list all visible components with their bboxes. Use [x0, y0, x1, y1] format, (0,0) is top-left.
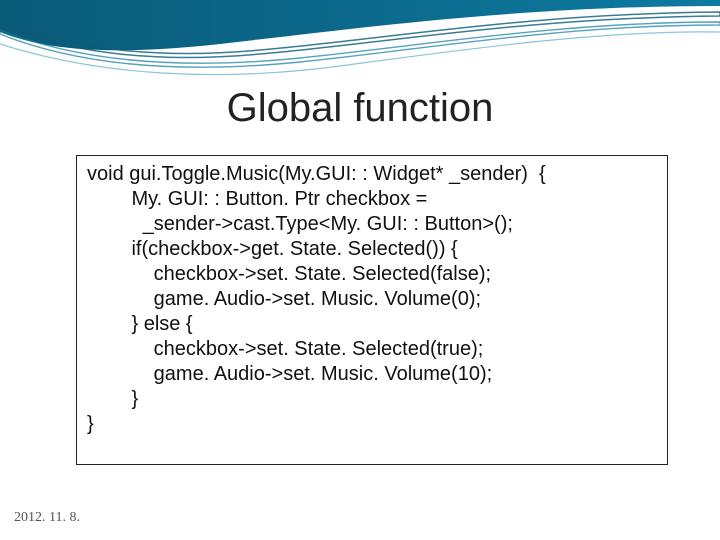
- code-line: _sender->cast.Type<My. GUI: : Button>();: [87, 212, 657, 237]
- code-line: checkbox->set. State. Selected(false);: [87, 262, 657, 287]
- slide-date: 2012. 11. 8.: [14, 510, 80, 526]
- code-line: My. GUI: : Button. Ptr checkbox =: [87, 187, 657, 212]
- code-line: game. Audio->set. Music. Volume(10);: [87, 362, 657, 387]
- slide-title: Global function: [0, 86, 720, 131]
- slide: Global function void gui.Toggle.Music(My…: [0, 0, 720, 540]
- code-line: game. Audio->set. Music. Volume(0);: [87, 287, 657, 312]
- code-line: }: [87, 387, 657, 412]
- code-box: void gui.Toggle.Music(My.GUI: : Widget* …: [76, 155, 668, 465]
- decorative-swoosh: [0, 0, 720, 100]
- code-line: if(checkbox->get. State. Selected()) {: [87, 237, 657, 262]
- code-line: }: [87, 412, 657, 437]
- code-line: checkbox->set. State. Selected(true);: [87, 337, 657, 362]
- code-line: } else {: [87, 312, 657, 337]
- code-line: void gui.Toggle.Music(My.GUI: : Widget* …: [87, 162, 657, 187]
